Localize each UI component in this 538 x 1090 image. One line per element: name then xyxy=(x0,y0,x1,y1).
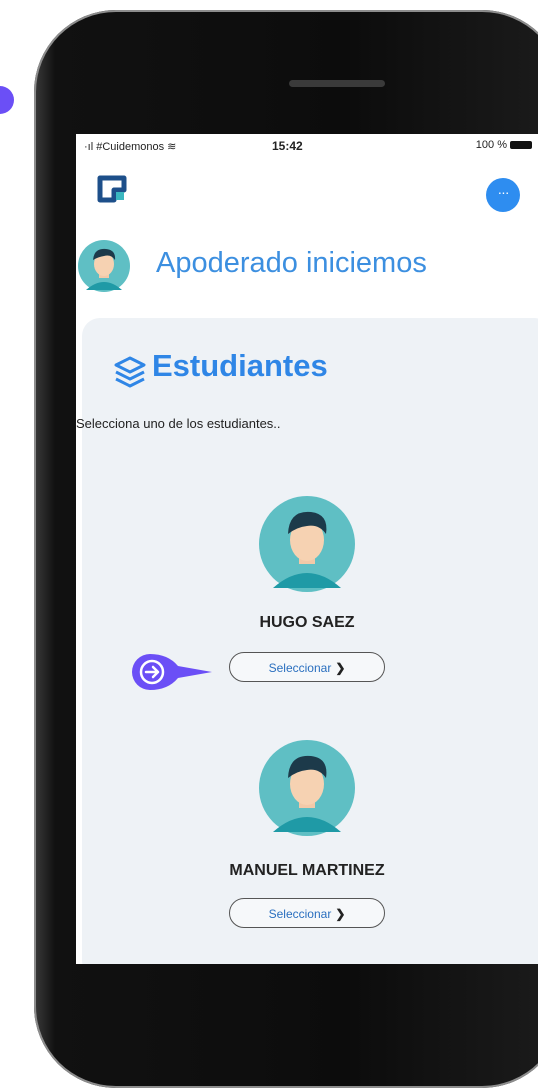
layers-icon xyxy=(114,356,146,388)
select-student-button[interactable]: Seleccionar ❯ xyxy=(229,898,385,928)
student-avatar-icon[interactable] xyxy=(259,496,355,592)
select-student-button[interactable]: Seleccionar ❯ xyxy=(229,652,385,682)
students-instruction: Selecciona uno de los estudiantes.. xyxy=(76,416,281,431)
student-name: HUGO SAEZ xyxy=(259,614,355,631)
content-layer: Estudiantes Selecciona uno de los estudi… xyxy=(76,134,538,964)
select-button-label: Seleccionar xyxy=(268,661,332,675)
step-marker-dot xyxy=(0,86,14,114)
students-title: Estudiantes xyxy=(152,348,328,383)
select-button-label: Seleccionar xyxy=(268,907,332,921)
student-name: MANUEL MARTINEZ xyxy=(229,862,385,879)
chevron-right-icon: ❯ xyxy=(335,907,346,921)
chevron-right-icon: ❯ xyxy=(335,661,346,675)
phone-speaker xyxy=(289,80,385,87)
student-avatar-icon[interactable] xyxy=(259,740,355,836)
pointer-arrow-icon xyxy=(132,654,212,690)
